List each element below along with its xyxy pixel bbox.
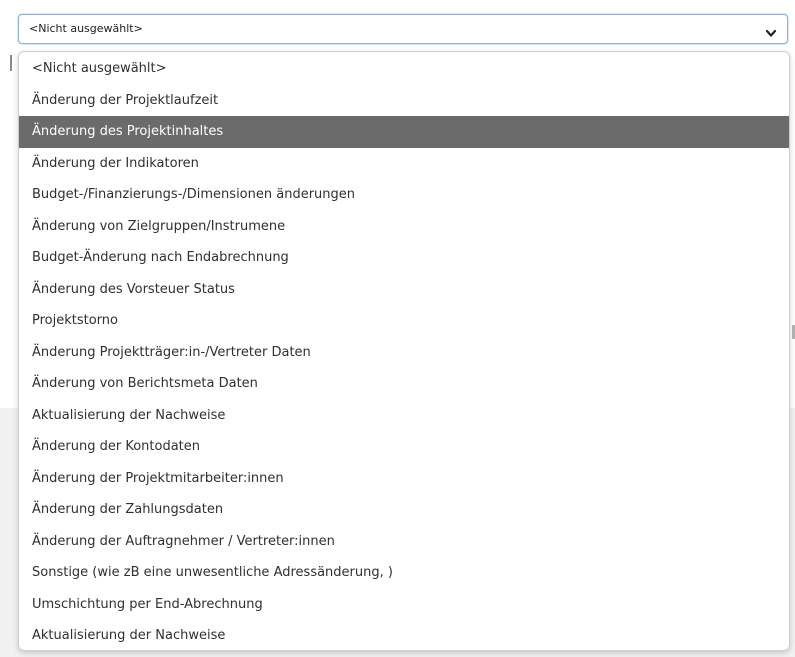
dropdown-option[interactable]: Umschichtung per End-Abrechnung [19, 589, 789, 621]
dropdown-option[interactable]: Budget-/Finanzierungs-/Dimensionen änder… [19, 179, 789, 211]
dropdown-options-list[interactable]: <Nicht ausgewählt> Änderung der Projektla… [18, 51, 790, 651]
select-current-value: <Nicht ausgewählt> [29, 22, 143, 35]
dropdown-option[interactable]: <Nicht ausgewählt> [19, 53, 789, 85]
dropdown-option[interactable]: Änderung der Indikatoren [19, 148, 789, 180]
dropdown-option[interactable]: Sonstige (wie zB eine unwesentliche Adre… [19, 557, 789, 589]
dropdown-option[interactable]: Aktualisierung der Nachweise [19, 620, 789, 650]
dropdown-option[interactable]: Budget-Änderung nach Endabrechnung [19, 242, 789, 274]
dropdown-option[interactable]: Aktualisierung der Nachweise [19, 400, 789, 432]
dropdown-option[interactable]: Änderung des Projektinhaltes [19, 116, 789, 148]
dropdown-option[interactable]: Änderung der Projektlaufzeit [19, 85, 789, 117]
chevron-down-icon[interactable] [765, 24, 777, 37]
dropdown-option[interactable]: Änderung der Auftragnehmer / Vertreter:i… [19, 526, 789, 558]
dropdown-option[interactable]: Änderung der Zahlungsdaten [19, 494, 789, 526]
dropdown-option[interactable]: Änderung des Vorsteuer Status [19, 274, 789, 306]
dropdown-option[interactable]: Änderung von Zielgruppen/Instrumene [19, 211, 789, 243]
dropdown-option[interactable]: Änderung Projektträger:in-/Vertreter Dat… [19, 337, 789, 369]
change-type-select[interactable]: <Nicht ausgewählt> [18, 14, 788, 44]
dropdown-option[interactable]: Änderung von Berichtsmeta Daten [19, 368, 789, 400]
page-background-top [0, 0, 795, 10]
dropdown-option[interactable]: Projektstorno [19, 305, 789, 337]
dropdown-option[interactable]: Änderung der Kontodaten [19, 431, 789, 463]
dropdown-option[interactable]: Änderung der Projektmitarbeiter:innen [19, 463, 789, 495]
background-field-edge [10, 55, 12, 71]
